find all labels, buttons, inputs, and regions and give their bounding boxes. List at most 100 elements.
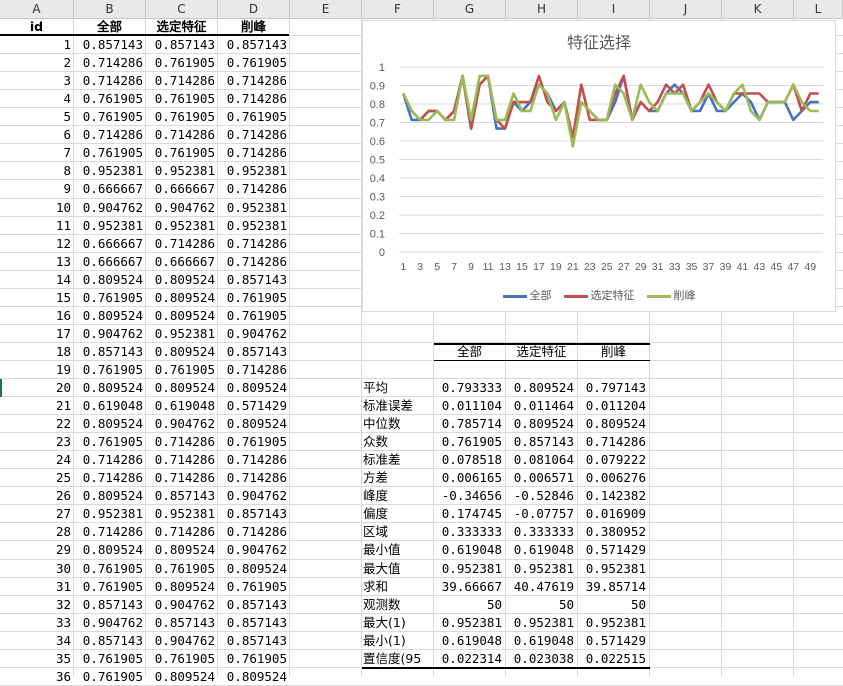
table-cell[interactable]: 0.761905 xyxy=(74,578,143,596)
table-cell[interactable]: 0.809524 xyxy=(146,343,215,361)
table-cell[interactable]: 0.761905 xyxy=(146,108,215,126)
table-cell[interactable]: 0.857143 xyxy=(146,36,215,54)
table-cell[interactable]: 2 xyxy=(0,54,71,72)
stats-value[interactable]: 0.797143 xyxy=(578,379,646,397)
stats-value[interactable]: 39.66667 xyxy=(434,578,502,596)
table-cell[interactable]: 0.952381 xyxy=(146,162,215,180)
stats-value[interactable]: 0.006276 xyxy=(578,469,646,487)
table-cell[interactable]: 0.714286 xyxy=(218,361,287,379)
table-cell[interactable]: 5 xyxy=(0,108,71,126)
stats-value[interactable]: 0.023038 xyxy=(506,650,574,668)
table-cell[interactable]: 0.809524 xyxy=(74,541,143,559)
table-cell[interactable]: 0.904762 xyxy=(146,632,215,650)
table-cell[interactable]: 0.857143 xyxy=(74,596,143,614)
table-cell[interactable]: 0.666667 xyxy=(74,180,143,198)
stats-label[interactable]: 置信度(95 xyxy=(363,650,435,668)
table-cell[interactable]: 0.857143 xyxy=(218,632,287,650)
table-cell[interactable]: 10 xyxy=(0,199,71,217)
table-cell[interactable]: 13 xyxy=(0,253,71,271)
column-header-i[interactable]: I xyxy=(578,0,650,18)
table-cell[interactable]: 23 xyxy=(0,433,71,451)
stats-value[interactable]: 0.571429 xyxy=(578,632,646,650)
table-cell[interactable]: 0.809524 xyxy=(146,578,215,596)
table-cell[interactable]: 0.809524 xyxy=(74,415,143,433)
table-cell[interactable]: 0.809524 xyxy=(146,271,215,289)
stats-value[interactable]: 0.174745 xyxy=(434,505,502,523)
stats-value[interactable]: 0.011204 xyxy=(578,397,646,415)
legend-item[interactable]: 选定特征 xyxy=(563,289,635,302)
table-cell[interactable]: 0.714286 xyxy=(218,523,287,541)
table-cell[interactable]: 0.761905 xyxy=(218,433,287,451)
table-cell[interactable]: 0.714286 xyxy=(74,72,143,90)
table-cell[interactable]: 0.857143 xyxy=(74,36,143,54)
table-cell[interactable]: 27 xyxy=(0,505,71,523)
stats-value[interactable]: 0.016909 xyxy=(578,505,646,523)
table-cell[interactable]: 0.952381 xyxy=(146,217,215,235)
table-cell[interactable]: 0.714286 xyxy=(218,253,287,271)
column-header-h[interactable]: H xyxy=(506,0,578,18)
table-cell[interactable]: 0.761905 xyxy=(218,650,287,668)
table-cell[interactable]: 34 xyxy=(0,632,71,650)
table-cell[interactable]: 30 xyxy=(0,560,71,578)
table-cell[interactable]: 19 xyxy=(0,361,71,379)
line-chart[interactable]: 特征选择 0 0.1 0.2 0.3 0.4 0.5 0.6 0.7 0.8 0.9 1 1 3 5 7 9 1… xyxy=(362,20,836,312)
table-cell[interactable]: 0.809524 xyxy=(218,415,287,433)
column-header-j[interactable]: J xyxy=(650,0,722,18)
table-cell[interactable]: 0.952381 xyxy=(74,162,143,180)
table-cell[interactable]: 0.714286 xyxy=(146,523,215,541)
table-cell[interactable]: 9 xyxy=(0,180,71,198)
stats-header-cell[interactable]: 选定特征 xyxy=(506,343,577,361)
table-cell[interactable]: 0.714286 xyxy=(74,126,143,144)
table-cell[interactable]: 0.952381 xyxy=(146,505,215,523)
table-cell[interactable]: 0.571429 xyxy=(218,397,287,415)
table-cell[interactable]: 0.761905 xyxy=(146,90,215,108)
column-header-g[interactable]: G xyxy=(434,0,506,18)
stats-label[interactable]: 偏度 xyxy=(363,505,435,523)
stats-value[interactable]: 0.809524 xyxy=(578,415,646,433)
table-cell[interactable]: 0.619048 xyxy=(74,397,143,415)
table-cell[interactable]: 0.857143 xyxy=(74,343,143,361)
stats-label[interactable]: 众数 xyxy=(363,433,435,451)
stats-value[interactable]: 0.785714 xyxy=(434,415,502,433)
table-cell[interactable]: 0.904762 xyxy=(218,487,287,505)
stats-value[interactable]: 50 xyxy=(578,596,646,614)
table-cell[interactable]: 1 xyxy=(0,36,71,54)
table-cell[interactable]: 0.809524 xyxy=(74,487,143,505)
table-cell[interactable]: 0.809524 xyxy=(146,379,215,397)
column-header-c[interactable]: C xyxy=(146,0,218,18)
table-cell[interactable]: 0.714286 xyxy=(146,433,215,451)
table-cell[interactable]: 0.761905 xyxy=(74,289,143,307)
stats-value[interactable]: 0.952381 xyxy=(506,560,574,578)
table-cell[interactable]: 0.761905 xyxy=(74,650,143,668)
stats-value[interactable]: 0.809524 xyxy=(506,415,574,433)
table-cell[interactable]: 0.761905 xyxy=(74,433,143,451)
table-cell[interactable]: 20 xyxy=(0,379,71,397)
column-header-f[interactable]: F xyxy=(362,0,434,18)
table-cell[interactable]: 14 xyxy=(0,271,71,289)
stats-value[interactable]: 0.571429 xyxy=(578,541,646,559)
table-cell[interactable]: 0.809524 xyxy=(146,668,215,686)
stats-label[interactable]: 最小(1) xyxy=(363,632,435,650)
table-cell[interactable]: 0.761905 xyxy=(218,289,287,307)
stats-label[interactable]: 方差 xyxy=(363,469,435,487)
table-cell[interactable]: 0.714286 xyxy=(218,451,287,469)
table-cell[interactable]: 0.761905 xyxy=(74,108,143,126)
table-cell[interactable]: 0.952381 xyxy=(74,505,143,523)
column-header-l[interactable]: L xyxy=(794,0,843,18)
table-cell[interactable]: 0.904762 xyxy=(74,325,143,343)
stats-value[interactable]: 0.761905 xyxy=(434,433,502,451)
table-cell[interactable]: 0.952381 xyxy=(218,217,287,235)
table-cell[interactable]: 0.714286 xyxy=(218,90,287,108)
stats-value[interactable]: 0.952381 xyxy=(506,614,574,632)
stats-value[interactable]: 0.619048 xyxy=(434,632,502,650)
table-cell[interactable]: 0.761905 xyxy=(218,54,287,72)
table-cell[interactable]: 16 xyxy=(0,307,71,325)
table-cell[interactable]: 0.857143 xyxy=(218,614,287,632)
stats-value[interactable]: 0.714286 xyxy=(578,433,646,451)
table-cell[interactable]: 18 xyxy=(0,343,71,361)
table-cell[interactable]: 0.714286 xyxy=(146,235,215,253)
table-cell[interactable]: 0.857143 xyxy=(146,614,215,632)
table-cell[interactable]: 25 xyxy=(0,469,71,487)
table-cell[interactable]: 0.714286 xyxy=(218,469,287,487)
table-cell[interactable]: 0.904762 xyxy=(74,614,143,632)
